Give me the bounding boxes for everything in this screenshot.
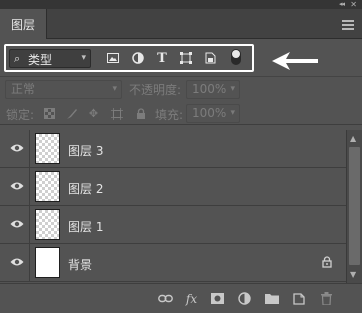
tab-layers[interactable]: 图层 bbox=[0, 9, 47, 39]
layer-thumbnail bbox=[35, 133, 60, 164]
panel-tab-bar: 图层 bbox=[0, 9, 362, 39]
panel-bottom-toolbar: fx bbox=[0, 283, 362, 313]
chevron-down-icon: ▾ bbox=[230, 108, 235, 118]
image-filter-icon[interactable] bbox=[106, 51, 120, 65]
smart-object-filter-icon[interactable] bbox=[203, 51, 217, 65]
fill-label: 填充: bbox=[155, 108, 184, 122]
blend-mode-value: 正常 bbox=[11, 82, 36, 96]
eye-icon[interactable] bbox=[10, 257, 24, 267]
filter-kind-select[interactable]: ⌕ 类型 ▾ bbox=[9, 49, 91, 68]
opacity-value: 100% bbox=[192, 82, 227, 96]
fill-field[interactable]: 100% ▾ bbox=[186, 104, 240, 123]
shape-filter-icon[interactable] bbox=[179, 51, 193, 65]
layer-row[interactable]: 图层 3 bbox=[0, 130, 346, 168]
new-layer-icon[interactable] bbox=[291, 291, 306, 306]
layers-list: 图层 3 图层 2 图层 1 背景 bbox=[0, 130, 346, 283]
chevron-down-icon: ▾ bbox=[230, 84, 235, 94]
layer-style-fx-icon[interactable]: fx bbox=[184, 291, 199, 306]
lock-icon bbox=[322, 256, 332, 271]
layers-scrollbar[interactable]: ▲ ▼ bbox=[346, 130, 362, 283]
scrollbar-thumb[interactable] bbox=[349, 147, 360, 265]
scroll-up-icon[interactable]: ▲ bbox=[350, 134, 356, 143]
layer-row[interactable]: 图层 1 bbox=[0, 206, 346, 244]
new-group-folder-icon[interactable] bbox=[264, 291, 279, 306]
layer-row[interactable]: 图层 2 bbox=[0, 168, 346, 206]
opacity-field[interactable]: 100% ▾ bbox=[186, 80, 240, 99]
delete-layer-trash-icon[interactable] bbox=[319, 291, 334, 306]
link-layers-icon[interactable] bbox=[158, 291, 173, 306]
chevron-down-icon: ▾ bbox=[112, 84, 117, 94]
blend-row: 正常 ▾ 不透明度: 100% ▾ bbox=[0, 78, 362, 100]
lock-transparent-pixels-icon[interactable] bbox=[43, 107, 56, 120]
lock-artboard-icon[interactable] bbox=[110, 107, 123, 120]
layer-name[interactable]: 图层 3 bbox=[68, 142, 103, 159]
eye-icon[interactable] bbox=[10, 143, 24, 153]
blend-mode-select[interactable]: 正常 ▾ bbox=[5, 80, 122, 99]
scroll-down-icon[interactable]: ▼ bbox=[350, 270, 356, 279]
lock-label: 锁定: bbox=[6, 108, 35, 122]
row-divider bbox=[29, 206, 30, 244]
layer-name[interactable]: 图层 2 bbox=[68, 180, 103, 197]
panel-menu-icon[interactable] bbox=[342, 20, 354, 30]
layer-name[interactable]: 背景 bbox=[68, 256, 92, 273]
annotation-arrow-icon bbox=[272, 52, 318, 70]
lock-image-pixels-icon[interactable] bbox=[65, 107, 78, 120]
row-divider bbox=[29, 168, 30, 206]
row-divider bbox=[29, 244, 30, 282]
fill-value: 100% bbox=[192, 106, 227, 120]
eye-icon[interactable] bbox=[10, 181, 24, 191]
filter-kind-label: 类型 bbox=[28, 53, 53, 67]
layer-thumbnail bbox=[35, 171, 60, 202]
filter-toggle-icon[interactable] bbox=[229, 49, 243, 65]
panel-top-strip: ◂◂ ✕ bbox=[0, 0, 362, 9]
search-icon: ⌕ bbox=[14, 52, 21, 65]
add-mask-icon[interactable] bbox=[210, 291, 225, 306]
adjustment-filter-icon[interactable] bbox=[131, 51, 145, 65]
new-adjustment-layer-icon[interactable] bbox=[237, 291, 252, 306]
lock-position-icon[interactable]: ✥ bbox=[87, 107, 100, 120]
lock-row: 锁定: ✥ 填充: 100% ▾ bbox=[0, 103, 362, 125]
layer-thumbnail bbox=[35, 209, 60, 240]
opacity-label: 不透明度: bbox=[129, 83, 182, 97]
lock-all-icon[interactable] bbox=[134, 107, 147, 120]
row-divider bbox=[29, 130, 30, 168]
close-panel-icon[interactable]: ✕ bbox=[350, 0, 357, 9]
layer-row-background[interactable]: 背景 bbox=[0, 244, 346, 282]
layer-name[interactable]: 图层 1 bbox=[68, 218, 103, 235]
chevron-down-icon: ▾ bbox=[81, 53, 86, 63]
eye-icon[interactable] bbox=[10, 219, 24, 229]
layer-thumbnail bbox=[35, 247, 60, 278]
collapse-panel-icon[interactable]: ◂◂ bbox=[339, 0, 345, 9]
type-filter-icon[interactable]: T bbox=[155, 51, 169, 66]
